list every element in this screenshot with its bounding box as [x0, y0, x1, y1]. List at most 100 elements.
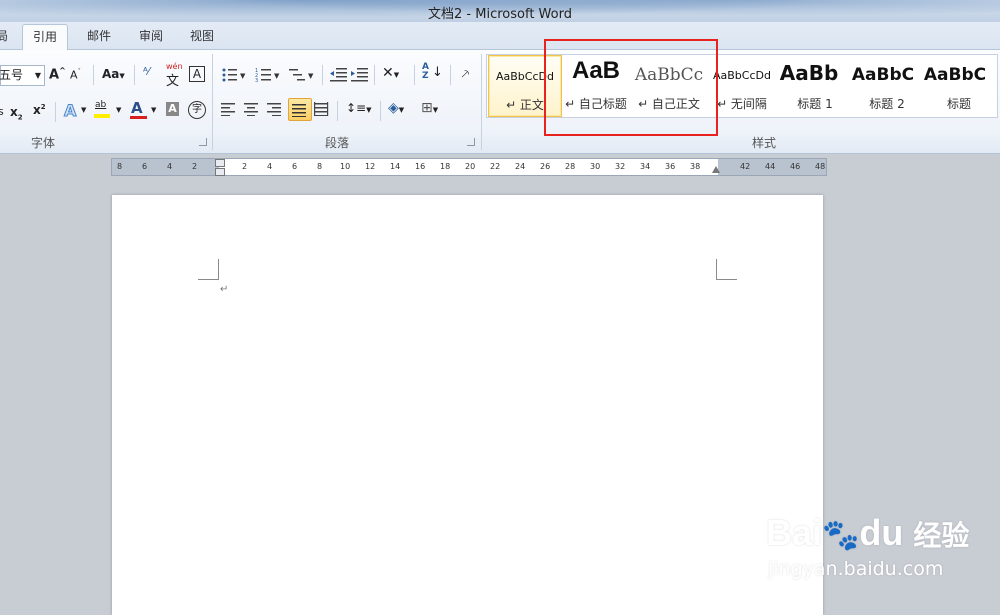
svg-text:▼: ▼	[274, 72, 280, 80]
svg-text:3: 3	[255, 78, 258, 83]
ruler-tick: 32	[615, 162, 626, 171]
style-item-heading-1[interactable]: AaBb 标题 1	[779, 55, 851, 115]
tab-references[interactable]: 引用	[22, 24, 69, 50]
ruler-tick: 16	[415, 162, 426, 171]
bullets-icon[interactable]: ▼	[221, 67, 251, 83]
ruler-tick: 26	[540, 162, 551, 171]
separator	[93, 65, 94, 85]
chevron-down-icon[interactable]: ▼	[116, 106, 121, 114]
style-item-title[interactable]: AaBbC 标题	[923, 55, 995, 115]
decrease-indent-icon[interactable]	[330, 67, 348, 83]
ruler-tick: 42	[740, 162, 751, 171]
style-sample: AaBbC	[851, 65, 915, 85]
left-indent-marker[interactable]	[215, 168, 225, 176]
ruler-tick: 20	[465, 162, 476, 171]
paw-icon: 🐾	[822, 519, 860, 552]
highlight-button[interactable]: ab	[95, 100, 106, 110]
highlight-glyph: ab	[95, 100, 107, 110]
group-separator	[481, 54, 482, 150]
text-effects-icon[interactable]: A	[63, 101, 76, 121]
crop-mark-top-left	[198, 259, 219, 280]
style-name: 标题 2	[869, 97, 905, 111]
subscript-button[interactable]: x2	[10, 105, 23, 121]
highlight-color-bar	[94, 114, 110, 118]
show-marks-icon[interactable]: ⸕	[460, 64, 471, 83]
ruler-tick: 4	[167, 162, 173, 171]
enclose-char-button[interactable]: 字	[188, 101, 206, 119]
ruler-tick: 48	[815, 162, 826, 171]
watermark-brand-cn: 经验	[913, 520, 970, 551]
shrink-font-button[interactable]: Aˇ	[70, 68, 81, 82]
ruler-tick: 30	[590, 162, 601, 171]
line-spacing-icon[interactable]: ↕≡▼	[346, 101, 372, 115]
ruler-tick: 44	[765, 162, 776, 171]
tab-mailings[interactable]: 邮件	[87, 27, 111, 44]
style-item-heading-2[interactable]: AaBbC 标题 2	[851, 55, 923, 115]
chinese-layout-icon[interactable]: ✕▼	[382, 65, 399, 81]
change-case-label: Aa	[102, 67, 120, 81]
justify-button[interactable]	[288, 98, 312, 121]
ruler-margin-left	[112, 159, 219, 175]
title-bar: 文档2 - Microsoft Word	[0, 0, 1000, 22]
change-case-button[interactable]: Aa▼	[102, 67, 125, 81]
superscript-button[interactable]: x2	[33, 103, 46, 117]
ruler-tick: 36	[665, 162, 676, 171]
tab-review[interactable]: 审阅	[139, 27, 163, 44]
document-page[interactable]: ↵	[112, 195, 823, 615]
grow-font-button[interactable]: A^	[49, 66, 66, 82]
style-sample: AaBb	[779, 61, 839, 85]
group-label-paragraph: 段落	[325, 136, 350, 150]
clear-format-icon[interactable]: ᴬ⁄	[143, 65, 150, 78]
ruler-tick: 4	[267, 162, 273, 171]
strikethrough-button[interactable]: s	[0, 105, 4, 118]
separator	[337, 101, 338, 121]
phonetic-char: 文	[166, 74, 180, 89]
font-size-select[interactable]: 五号 ▼	[0, 65, 45, 86]
ruler-tick: 8	[117, 162, 123, 171]
sort-icon[interactable]: AZ	[422, 63, 429, 81]
group-label-styles: 样式	[752, 136, 777, 150]
align-center-icon[interactable]	[244, 102, 260, 116]
svg-text:▼: ▼	[240, 72, 246, 80]
align-right-icon[interactable]	[267, 102, 283, 116]
font-color-bar	[130, 116, 147, 119]
chevron-down-icon[interactable]: ▼	[151, 106, 156, 114]
tab-layout[interactable]: 局	[0, 27, 8, 44]
borders-icon[interactable]: ⊞▼	[421, 100, 438, 116]
ruler-tick: 14	[390, 162, 401, 171]
separator	[134, 65, 135, 85]
ruler-tick: 46	[790, 162, 801, 171]
separator	[414, 65, 415, 85]
shading-icon[interactable]: ◈▼	[388, 100, 404, 116]
ribbon-tabs: 局 引用 邮件 审阅 视图	[0, 22, 1000, 50]
multilevel-list-icon[interactable]: ▼	[289, 67, 319, 83]
watermark-url: jingyan.baidu.com	[768, 558, 944, 580]
numbering-icon[interactable]: 1 2 3 ▼	[255, 67, 285, 83]
font-size-value: 五号	[0, 68, 24, 82]
align-left-icon[interactable]	[221, 102, 237, 116]
ruler-tick: 38	[690, 162, 701, 171]
ruler-tick: 10	[340, 162, 351, 171]
right-indent-marker[interactable]	[712, 166, 720, 173]
separator	[322, 65, 323, 85]
ruler-tick: 12	[365, 162, 376, 171]
font-color-button[interactable]: A	[131, 99, 143, 117]
char-shading-button[interactable]: A	[166, 102, 179, 116]
style-sample: AaBbC	[923, 65, 987, 85]
distributed-icon[interactable]	[314, 102, 330, 116]
increase-indent-icon[interactable]	[351, 67, 369, 83]
ruler-tick: 22	[490, 162, 501, 171]
tab-view[interactable]: 视图	[190, 27, 214, 44]
style-name: 标题	[946, 97, 971, 111]
paragraph-dialog-launcher[interactable]	[467, 138, 475, 146]
ruler-tick: 24	[515, 162, 526, 171]
horizontal-ruler[interactable]: 8 6 4 2 2 4 6 8 10 12 14 16 18 20 22 24 …	[111, 158, 827, 176]
first-line-indent-marker[interactable]	[215, 159, 225, 167]
ruler-tick: 8	[317, 162, 323, 171]
separator	[380, 101, 381, 121]
char-border-button[interactable]: A	[189, 66, 205, 82]
font-dialog-launcher[interactable]	[199, 138, 207, 146]
watermark-brand-a: Bai	[766, 512, 823, 553]
style-name: 标题 1	[797, 97, 833, 111]
chevron-down-icon[interactable]: ▼	[81, 106, 86, 114]
